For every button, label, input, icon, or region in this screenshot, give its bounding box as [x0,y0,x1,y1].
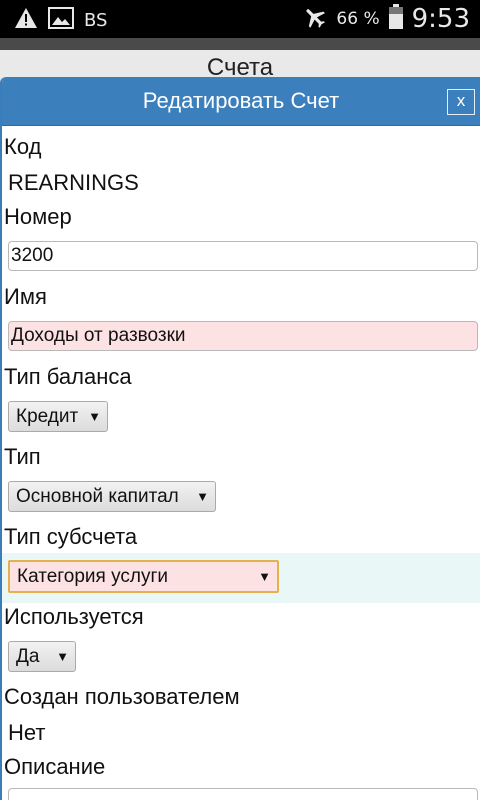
description-label: Описание [4,754,106,779]
type-select[interactable]: Основной капитал ▼ [8,481,216,512]
clock: 9:53 [411,4,470,34]
name-input[interactable]: Доходы от развозки [8,321,478,351]
carrier-label: BS [84,10,108,31]
dialog-title: Редатировать Счет [142,88,340,113]
battery-percent: 66 % [336,9,380,29]
in-use-label: Используется [4,604,144,629]
type-label: Тип [4,444,41,469]
close-button[interactable]: x [447,89,475,115]
chevron-down-icon: ▼ [196,489,209,504]
type-value: Основной капитал [16,486,179,507]
edit-account-dialog: Редатировать Счет x Код REARNINGS Номер … [0,77,480,800]
number-input[interactable]: 3200 [8,241,478,271]
balance-type-select[interactable]: Кредит ▼ [8,401,108,432]
subaccount-type-value: Категория услуги [17,566,169,587]
in-use-value: Да [16,646,40,667]
battery-icon [388,3,404,35]
subaccount-type-select[interactable]: Категория услуги ▼ [8,560,279,593]
balance-type-value: Кредит [16,406,79,427]
image-icon [48,7,74,34]
warning-icon [14,7,38,34]
code-value: REARNINGS [8,170,139,195]
name-label: Имя [4,284,47,309]
chevron-down-icon: ▼ [56,649,69,664]
subaccount-type-label: Тип субсчета [4,524,138,549]
status-bar: BS 66 % 9:53 [0,0,480,38]
airplane-icon [302,4,328,35]
number-label: Номер [4,204,72,229]
chevron-down-icon: ▼ [88,409,101,424]
description-textarea[interactable] [8,788,478,800]
balance-type-label: Тип баланса [4,364,132,389]
page-toolbar-strip [0,38,480,50]
user-created-value: Нет [8,720,46,745]
user-created-label: Создан пользователем [4,684,240,709]
dialog-titlebar: Редатировать Счет x [2,77,480,126]
in-use-select[interactable]: Да ▼ [8,641,76,672]
code-label: Код [4,134,42,159]
chevron-down-icon: ▼ [258,569,271,584]
